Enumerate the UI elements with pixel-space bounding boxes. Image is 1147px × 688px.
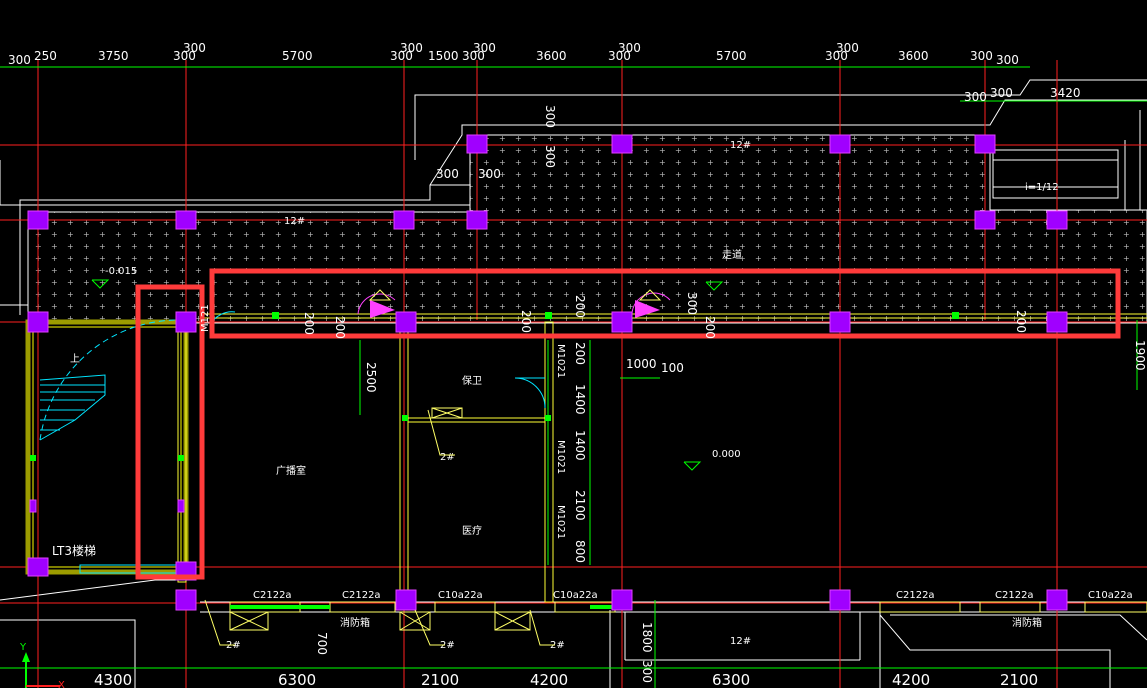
room-broadcast: 广播室 bbox=[276, 464, 306, 477]
dim-top-upper: 300 bbox=[183, 41, 206, 55]
elevation-label: -0.015 bbox=[105, 266, 137, 277]
dim-vertical: 2500 bbox=[364, 362, 378, 393]
dim-bottom: 6300 bbox=[278, 671, 316, 688]
stair-lt3 bbox=[25, 319, 189, 575]
ucs-axis-icon: Y X bbox=[19, 642, 65, 688]
dim-vertical: 300 bbox=[685, 292, 699, 315]
cad-floor-plan: + bbox=[0, 41, 1147, 688]
dim-vertical: 1400 bbox=[573, 430, 587, 461]
dim-vertical: 200 bbox=[1014, 310, 1028, 333]
room-stair: LT3楼梯 bbox=[52, 543, 96, 558]
misc-label: 消防箱 bbox=[1012, 616, 1042, 629]
dim-top: 300 bbox=[970, 49, 993, 63]
dim-top-row2: 3420 bbox=[1050, 86, 1081, 100]
dim-top: 250 bbox=[34, 49, 57, 63]
window-tag: C2122a bbox=[896, 590, 935, 601]
dim-top: 3600 bbox=[536, 49, 567, 63]
stair-up: 上 bbox=[70, 353, 80, 365]
dim-vertical: 200 bbox=[519, 310, 533, 333]
dim-top-upper: 300 bbox=[836, 41, 859, 55]
misc-label: 消防箱 bbox=[340, 616, 370, 629]
dim-top: 1500 bbox=[428, 49, 459, 63]
window-tag: C10a22a bbox=[553, 590, 598, 601]
room-medical: 医疗 bbox=[462, 524, 482, 537]
dim-vertical: 200 bbox=[573, 342, 587, 365]
dim-top-row2: 300 bbox=[964, 90, 987, 104]
dim-vertical: 2100 bbox=[573, 490, 587, 521]
dim-vertical: 700 bbox=[315, 632, 329, 655]
dim-small: 300 bbox=[436, 167, 459, 181]
dim-vertical: 200 bbox=[703, 316, 717, 339]
axis-y-label: Y bbox=[19, 642, 27, 653]
leader-lines bbox=[204, 409, 555, 646]
dim-bottom: 4200 bbox=[892, 671, 930, 688]
dim-top-upper: 300 bbox=[618, 41, 641, 55]
dim-top: 3750 bbox=[98, 49, 129, 63]
dim-top: 3600 bbox=[898, 49, 929, 63]
room-guard: 保卫 bbox=[462, 374, 482, 387]
bottom-dimensions: 4300 6300 2100 4200 6300 4200 2100 bbox=[94, 671, 1038, 688]
dim-vertical: 1900 bbox=[1133, 340, 1147, 371]
door-tag: M1021 bbox=[555, 440, 566, 474]
dim-top-upper: 300 bbox=[400, 41, 423, 55]
small-label: 12# bbox=[730, 636, 751, 647]
dim-top: 300 bbox=[8, 53, 31, 67]
dim-top-row2: 300 bbox=[990, 86, 1013, 100]
dim-bottom: 2100 bbox=[1000, 671, 1038, 688]
room-corridor: 走道 bbox=[722, 248, 742, 261]
dim-vertical: 300 bbox=[640, 660, 654, 683]
dim-top: 5700 bbox=[716, 49, 747, 63]
dim-top: 5700 bbox=[282, 49, 313, 63]
dim-top: 300 bbox=[996, 53, 1019, 67]
dim-vertical: 200 bbox=[302, 312, 316, 335]
small-label: 12# bbox=[730, 140, 751, 151]
axis-x-label: X bbox=[58, 680, 65, 688]
dim-vertical: 300 bbox=[543, 105, 557, 128]
dim-top-upper: 300 bbox=[473, 41, 496, 55]
window-tags: C2122a C2122a C10a22a C10a22a C2122a C21… bbox=[253, 590, 1133, 601]
window-tag: C10a22a bbox=[1088, 590, 1133, 601]
small-label: 12# bbox=[284, 216, 305, 227]
door-tag: M121 bbox=[200, 304, 211, 332]
door-tag: M1021 bbox=[555, 344, 566, 378]
dim-vertical: 200 bbox=[573, 295, 587, 318]
dim-small: 1000 bbox=[626, 357, 657, 371]
slope-label: i=1/12 bbox=[1025, 182, 1059, 193]
dim-vertical: 1400 bbox=[573, 384, 587, 415]
dim-bottom: 2100 bbox=[421, 671, 459, 688]
dim-bottom: 4300 bbox=[94, 671, 132, 688]
dim-vertical: 800 bbox=[573, 540, 587, 563]
window-tag: C2122a bbox=[342, 590, 381, 601]
dim-vertical: 200 bbox=[333, 316, 347, 339]
dim-bottom: 6300 bbox=[712, 671, 750, 688]
elevation-label: 0.000 bbox=[712, 449, 741, 460]
dim-vertical: 1800 bbox=[640, 622, 654, 653]
dim-bottom: 4200 bbox=[530, 671, 568, 688]
small-label: 2# bbox=[440, 452, 455, 463]
window-tag: C2122a bbox=[253, 590, 292, 601]
dim-small: 100 bbox=[661, 361, 684, 375]
window-tag: C10a22a bbox=[438, 590, 483, 601]
wall-markers bbox=[30, 312, 959, 609]
dim-small: 300 bbox=[478, 167, 501, 181]
door-tag: M1021 bbox=[555, 505, 566, 539]
dim-vertical: 300 bbox=[543, 145, 557, 168]
window-tag: C2122a bbox=[995, 590, 1034, 601]
partitions bbox=[177, 313, 1147, 603]
